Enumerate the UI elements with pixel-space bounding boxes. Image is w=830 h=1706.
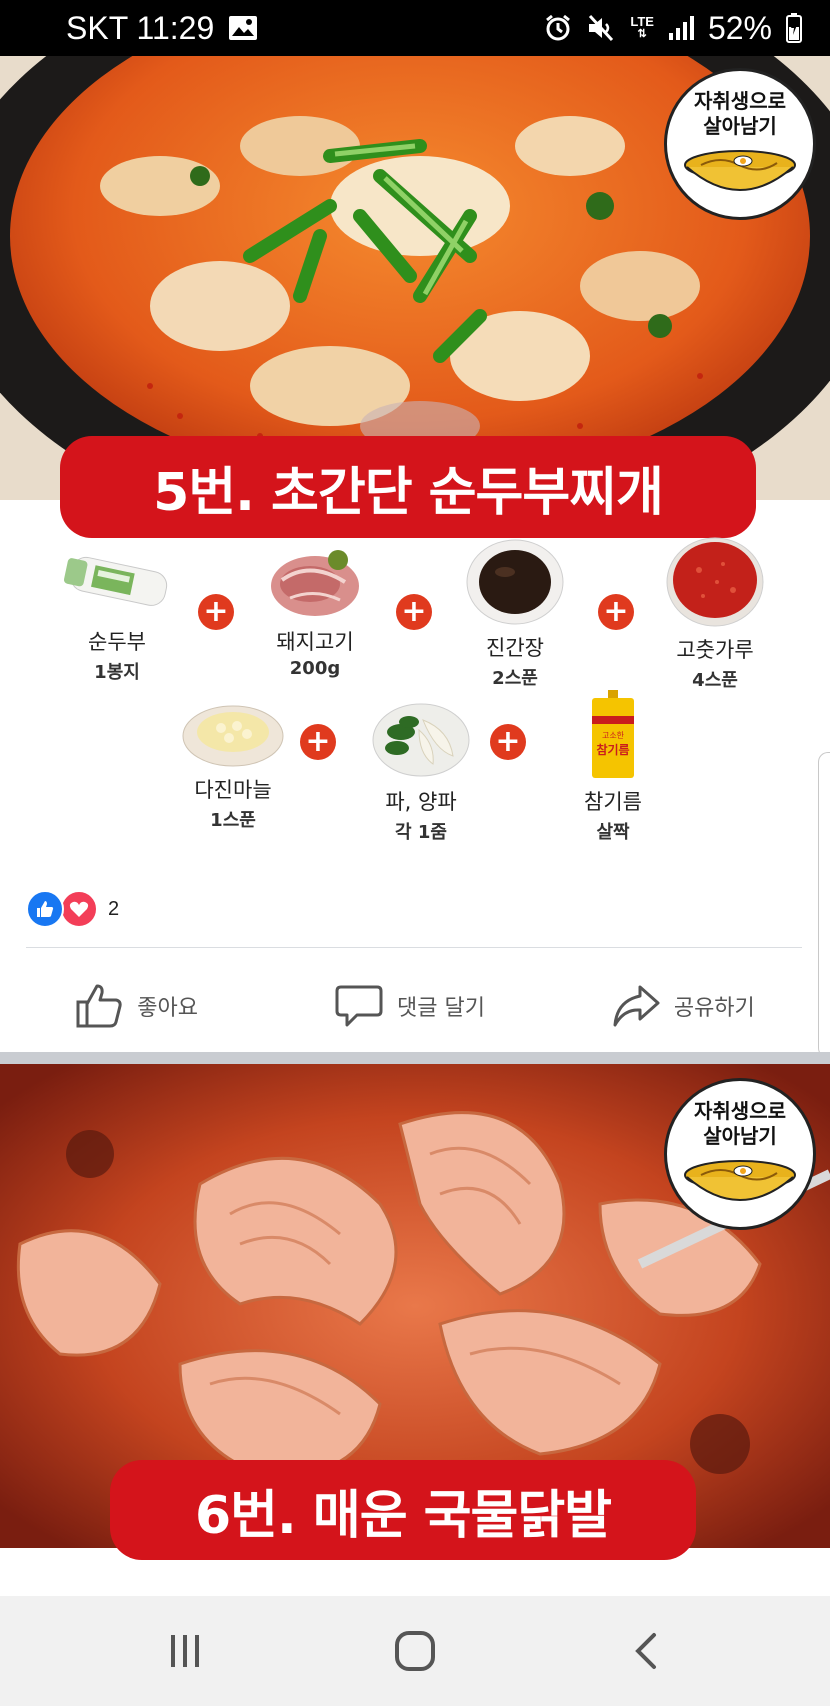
post-action-bar: 좋아요 댓글 달기 공유하기 <box>0 960 820 1052</box>
comment-icon <box>335 985 383 1027</box>
home-icon <box>395 1631 435 1671</box>
share-icon <box>613 985 660 1027</box>
like-label: 좋아요 <box>137 996 199 1021</box>
badge-line-1: 자취생으로 <box>694 1099 786 1123</box>
ingredient-item: 파, 양파 각 1줌 <box>346 700 496 844</box>
ingredient-amount: 1봉지 <box>94 662 140 683</box>
soy-sauce-bowl-icon <box>466 539 564 625</box>
lte-indicator: LTE ⇅ <box>630 14 654 40</box>
ingredient-name: 파, 양파 <box>385 790 457 814</box>
home-button[interactable] <box>375 1621 455 1681</box>
post-title-banner: 5번. 초간단 순두부찌개 <box>60 436 756 538</box>
comment-button[interactable]: 댓글 달기 <box>273 983 546 1029</box>
ingredient-item: 순두부 1봉지 <box>42 540 192 684</box>
soft-tofu-pack-icon <box>63 556 168 606</box>
pork-meat-icon <box>271 550 359 616</box>
recent-apps-icon <box>171 1635 199 1667</box>
plus-icon: + <box>598 594 634 630</box>
ingredient-amount: 1스푼 <box>210 810 256 831</box>
chili-powder-bowl-icon <box>666 537 764 627</box>
image-icon <box>228 15 258 41</box>
battery-percent: 52% <box>707 9 772 46</box>
plus-icon: + <box>490 724 526 760</box>
ingredient-amount: 4스푼 <box>692 670 738 691</box>
ingredient-name: 진간장 <box>486 636 544 660</box>
battery-icon <box>786 13 802 43</box>
comment-label: 댓글 달기 <box>397 996 485 1021</box>
reaction-summary[interactable]: 2 <box>26 890 119 928</box>
system-navigation-bar <box>0 1596 830 1706</box>
channel-badge: 자취생으로 살아남기 <box>664 68 816 220</box>
can-label: 참기름 <box>596 742 629 757</box>
badge-line-2: 살아남기 <box>703 1124 777 1148</box>
share-button[interactable]: 공유하기 <box>547 983 820 1029</box>
signal-icon <box>668 15 694 41</box>
back-icon <box>635 1633 656 1669</box>
ingredient-amount: 살짝 <box>596 822 630 843</box>
minced-garlic-icon <box>182 705 284 767</box>
can-label-small: 고소한 <box>602 731 625 740</box>
ingredient-item: 진간장 2스푼 <box>440 536 590 690</box>
ingredient-amount: 2스푼 <box>492 668 538 689</box>
edge-panel-handle[interactable] <box>818 752 830 1058</box>
ingredient-item: 다진마늘 1스푼 <box>158 700 308 832</box>
channel-badge: 자취생으로 살아남기 <box>664 1078 816 1230</box>
post-title-banner: 6번. 매운 국물닭발 <box>110 1460 696 1560</box>
divider <box>26 947 802 948</box>
ingredient-name: 참기름 <box>584 790 642 814</box>
post-separator <box>0 1052 830 1064</box>
like-button[interactable]: 좋아요 <box>0 983 273 1029</box>
ingredient-item: 돼지고기 200g <box>240 540 390 679</box>
green-onion-onion-icon <box>372 703 470 777</box>
ingredient-amount: 200g <box>289 658 341 679</box>
ingredient-name: 다진마늘 <box>194 778 272 802</box>
love-reaction-icon <box>60 890 98 928</box>
plus-icon: + <box>198 594 234 630</box>
status-bar: SKT 11:29 LTE ⇅ 52% <box>0 0 830 56</box>
post-image-sundubu-jjigae[interactable]: 자취생으로 살아남기 <box>0 56 830 500</box>
sesame-oil-can-icon: 고소한 참기름 <box>592 690 634 778</box>
ingredient-name: 순두부 <box>88 630 146 654</box>
badge-line-2: 살아남기 <box>703 114 777 138</box>
ingredient-item: 고소한 참기름 참기름 살짝 <box>538 690 688 844</box>
plus-icon: + <box>300 724 336 760</box>
ingredient-name: 고춧가루 <box>676 638 754 662</box>
ingredient-name: 돼지고기 <box>276 630 354 654</box>
like-reaction-icon <box>26 890 64 928</box>
mute-icon <box>586 14 616 42</box>
badge-line-1: 자취생으로 <box>694 89 786 113</box>
alarm-icon <box>544 14 572 42</box>
ingredients-panel: 순두부 1봉지 + 돼지고기 200g + 진간장 2스푼 + 고춧가루 4스푼… <box>0 537 830 870</box>
thumbs-up-icon <box>76 984 122 1028</box>
noodle-bowl-icon <box>684 1160 796 1201</box>
recent-apps-button[interactable] <box>145 1621 225 1681</box>
share-label: 공유하기 <box>673 996 755 1021</box>
screen: SKT 11:29 LTE ⇅ 52% 자취생으로 살아남기 5번. 초간단 순… <box>0 0 830 1706</box>
noodle-bowl-icon <box>684 150 796 191</box>
reaction-count: 2 <box>108 897 120 920</box>
plus-icon: + <box>396 594 432 630</box>
ingredient-amount: 각 1줌 <box>395 822 447 843</box>
back-button[interactable] <box>605 1621 685 1681</box>
ingredient-item: 고춧가루 4스푼 <box>640 534 790 692</box>
carrier-time: SKT 11:29 <box>66 9 215 46</box>
